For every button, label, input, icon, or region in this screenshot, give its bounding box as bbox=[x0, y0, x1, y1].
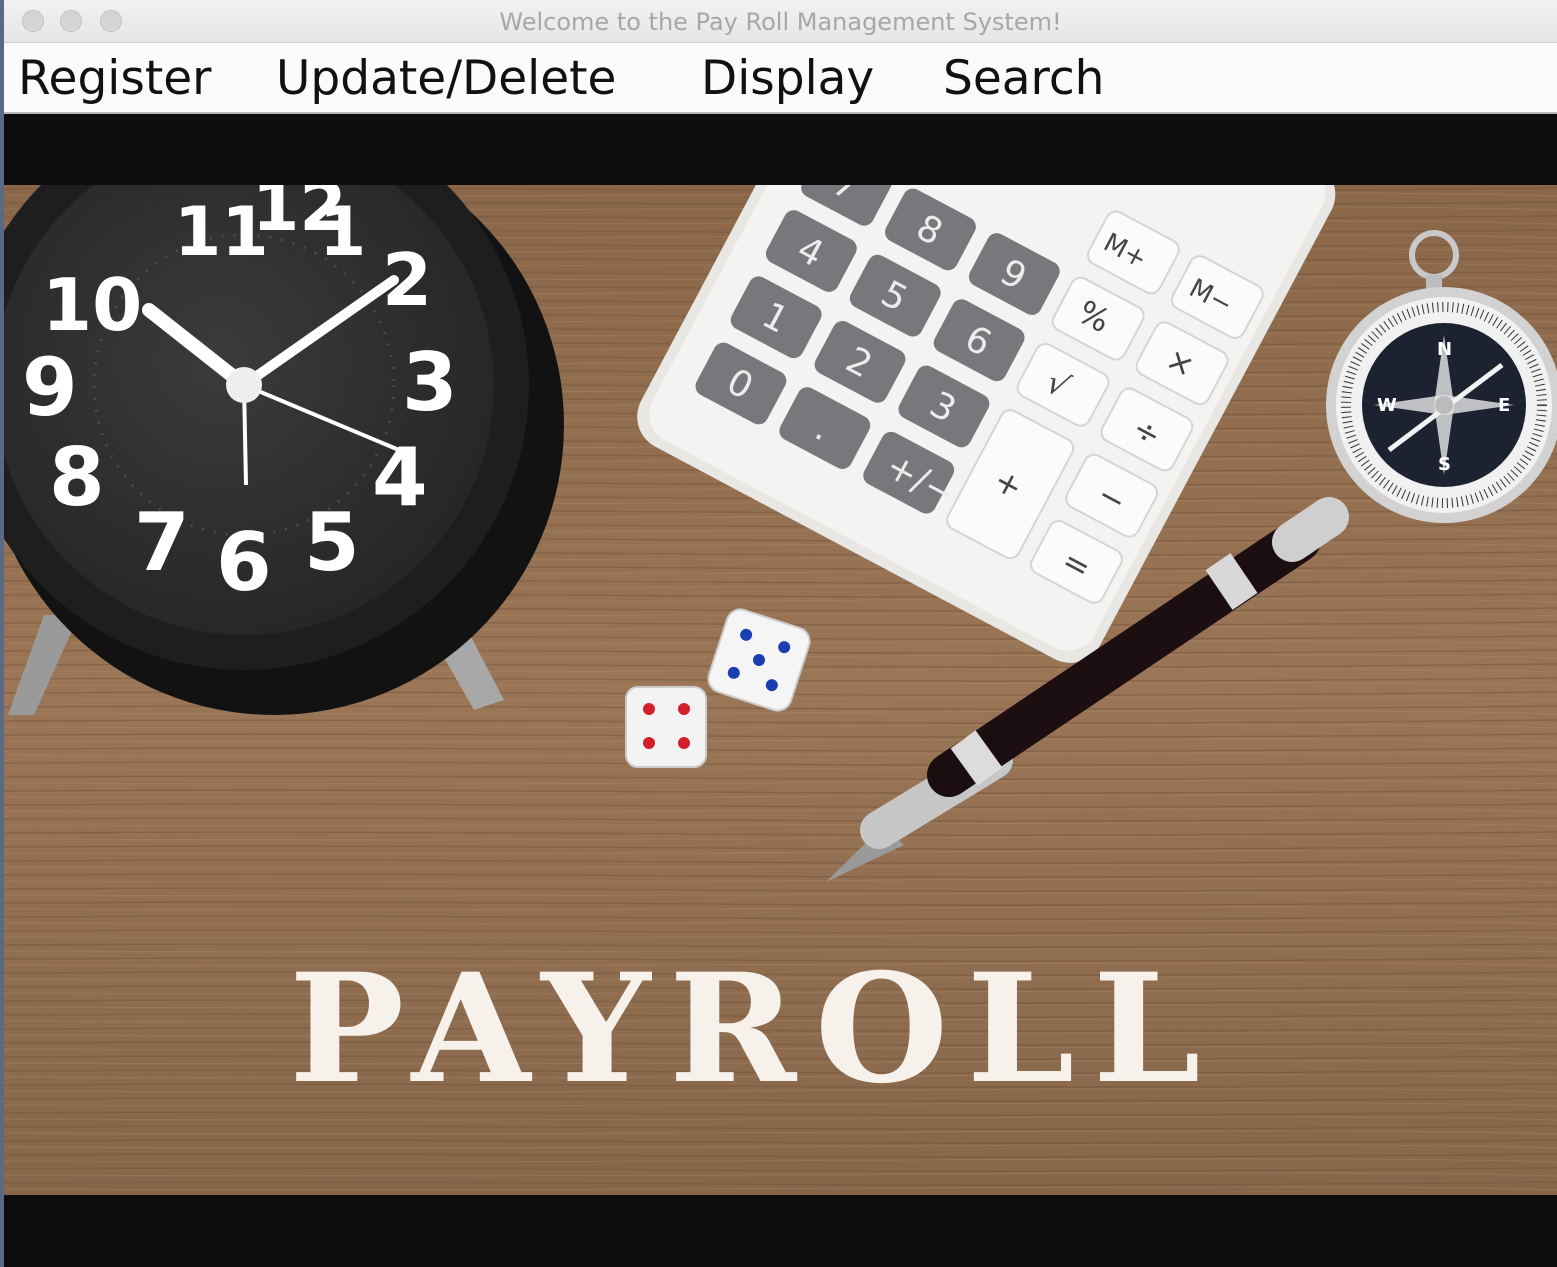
svg-text:10: 10 bbox=[42, 263, 142, 347]
payroll-title: PAYROLL bbox=[289, 941, 1219, 1117]
title-bar: Welcome to the Pay Roll Management Syste… bbox=[4, 0, 1557, 43]
svg-text:E: E bbox=[1498, 395, 1510, 416]
svg-text:4: 4 bbox=[372, 431, 428, 524]
svg-text:7: 7 bbox=[134, 496, 190, 589]
svg-text:S: S bbox=[1438, 454, 1451, 475]
menu-register[interactable]: Register bbox=[18, 51, 212, 106]
svg-text:N: N bbox=[1437, 339, 1452, 360]
svg-text:6: 6 bbox=[216, 516, 272, 609]
svg-text:5: 5 bbox=[304, 496, 360, 589]
menu-update-delete[interactable]: Update/Delete bbox=[276, 51, 616, 106]
menu-display[interactable]: Display bbox=[701, 51, 874, 106]
content-area: 11 12 1 2 3 4 5 6 7 8 9 10 7 8 9 4 5 6 1… bbox=[4, 114, 1557, 1267]
svg-text:9: 9 bbox=[22, 341, 78, 434]
window-title: Welcome to the Pay Roll Management Syste… bbox=[499, 8, 1062, 36]
svg-text:3: 3 bbox=[402, 336, 458, 429]
svg-text:1: 1 bbox=[319, 193, 366, 272]
menu-bar: Register Update/Delete Display Search bbox=[4, 43, 1557, 114]
payroll-banner-image: 11 12 1 2 3 4 5 6 7 8 9 10 7 8 9 4 5 6 1… bbox=[4, 185, 1557, 1195]
menu-search[interactable]: Search bbox=[943, 51, 1104, 106]
app-window: Welcome to the Pay Roll Management Syste… bbox=[4, 0, 1557, 1267]
svg-text:W: W bbox=[1377, 395, 1397, 416]
svg-text:8: 8 bbox=[49, 431, 105, 524]
